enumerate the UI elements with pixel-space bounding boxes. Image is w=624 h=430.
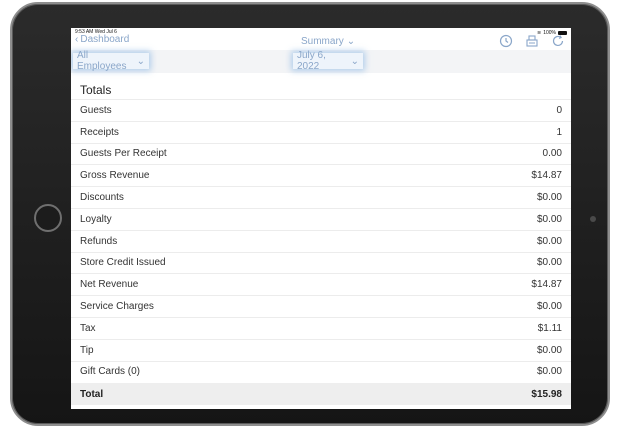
app-screen: 9:53 AM Wed Jul 6 ≋ 100% ‹ Dashboard Sum… bbox=[71, 28, 571, 409]
row-label: Service Charges bbox=[80, 301, 154, 313]
row-value: $14.87 bbox=[531, 170, 562, 182]
date-filter[interactable]: July 6, 2022 ⌄ bbox=[293, 50, 363, 72]
home-button[interactable] bbox=[34, 204, 62, 232]
total-value: $15.98 bbox=[531, 388, 562, 400]
row-value: $1.11 bbox=[537, 322, 562, 334]
date-filter-value: July 6, 2022 bbox=[297, 50, 326, 72]
row-value: $0.00 bbox=[536, 366, 562, 378]
table-row: Gross Revenue $14.87 bbox=[71, 164, 571, 186]
nav-bar: ‹ Dashboard Summary ⌄ bbox=[71, 32, 571, 50]
row-value: $14.87 bbox=[531, 279, 562, 291]
row-value: $0.00 bbox=[536, 257, 562, 269]
row-value: $0.00 bbox=[536, 213, 562, 225]
chevron-left-icon: ‹ bbox=[75, 34, 79, 45]
row-value: 0.00 bbox=[542, 148, 562, 160]
nav-title: Summary bbox=[301, 36, 344, 47]
row-label: Receipts bbox=[80, 126, 119, 138]
row-label: Net Revenue bbox=[80, 279, 139, 291]
row-label: Store Credit Issued bbox=[80, 257, 166, 269]
row-label: Guests bbox=[80, 104, 112, 116]
summary-selector[interactable]: Summary ⌄ bbox=[301, 36, 355, 47]
row-label: Gift Cards (0) bbox=[80, 366, 141, 378]
table-row: Discounts $0.00 bbox=[71, 186, 571, 208]
section-title: Totals bbox=[80, 83, 112, 97]
totals-table: Guests 0 Receipts 1 Guests Per Receipt 0.00… bbox=[71, 99, 571, 382]
row-value: 0 bbox=[556, 104, 562, 116]
row-label: Discounts bbox=[80, 192, 124, 204]
table-row: Service Charges $0.00 bbox=[71, 295, 571, 317]
table-row: Refunds $0.00 bbox=[71, 229, 571, 252]
employee-filter-value: All Employees bbox=[77, 50, 127, 72]
table-row: Guests 0 bbox=[71, 99, 571, 121]
back-button[interactable]: ‹ Dashboard bbox=[75, 34, 129, 45]
table-row: Loyalty $0.00 bbox=[71, 207, 571, 230]
refresh-icon[interactable] bbox=[551, 34, 565, 48]
row-label: Gross Revenue bbox=[80, 170, 150, 182]
row-label: Loyalty bbox=[80, 213, 112, 225]
clock-icon[interactable] bbox=[499, 34, 513, 48]
chevron-down-icon: ⌄ bbox=[346, 36, 356, 47]
row-value: $0.00 bbox=[536, 301, 562, 313]
back-label: Dashboard bbox=[80, 34, 130, 45]
table-row: Net Revenue $14.87 bbox=[71, 273, 571, 295]
row-label: Guests Per Receipt bbox=[80, 148, 167, 160]
row-label: Refunds bbox=[80, 235, 118, 247]
table-row: Store Credit Issued $0.00 bbox=[71, 251, 571, 274]
row-value: $0.00 bbox=[536, 235, 562, 247]
employee-filter[interactable]: All Employees ⌄ bbox=[73, 50, 149, 72]
row-label: Tip bbox=[80, 344, 94, 356]
front-camera bbox=[590, 216, 596, 222]
row-value: $0.00 bbox=[536, 344, 562, 356]
tablet-frame: 9:53 AM Wed Jul 6 ≋ 100% ‹ Dashboard Sum… bbox=[10, 2, 610, 426]
total-label: Total bbox=[80, 388, 104, 400]
total-row: Total $15.98 bbox=[71, 383, 571, 405]
table-row: Receipts 1 bbox=[71, 120, 571, 143]
cash-register-icon[interactable] bbox=[525, 34, 539, 48]
row-label: Tax bbox=[80, 322, 96, 334]
row-value: 1 bbox=[556, 126, 562, 138]
table-row: Gift Cards (0) $0.00 bbox=[71, 360, 571, 383]
chevron-down-icon: ⌄ bbox=[136, 55, 145, 67]
table-row: Guests Per Receipt 0.00 bbox=[71, 142, 571, 165]
filter-bar: All Employees ⌄ July 6, 2022 ⌄ bbox=[71, 50, 571, 73]
table-row: Tip $0.00 bbox=[71, 338, 571, 361]
nav-actions bbox=[499, 34, 565, 48]
row-value: $0.00 bbox=[536, 192, 562, 204]
table-row: Tax $1.11 bbox=[71, 316, 571, 339]
chevron-down-icon: ⌄ bbox=[350, 55, 359, 67]
